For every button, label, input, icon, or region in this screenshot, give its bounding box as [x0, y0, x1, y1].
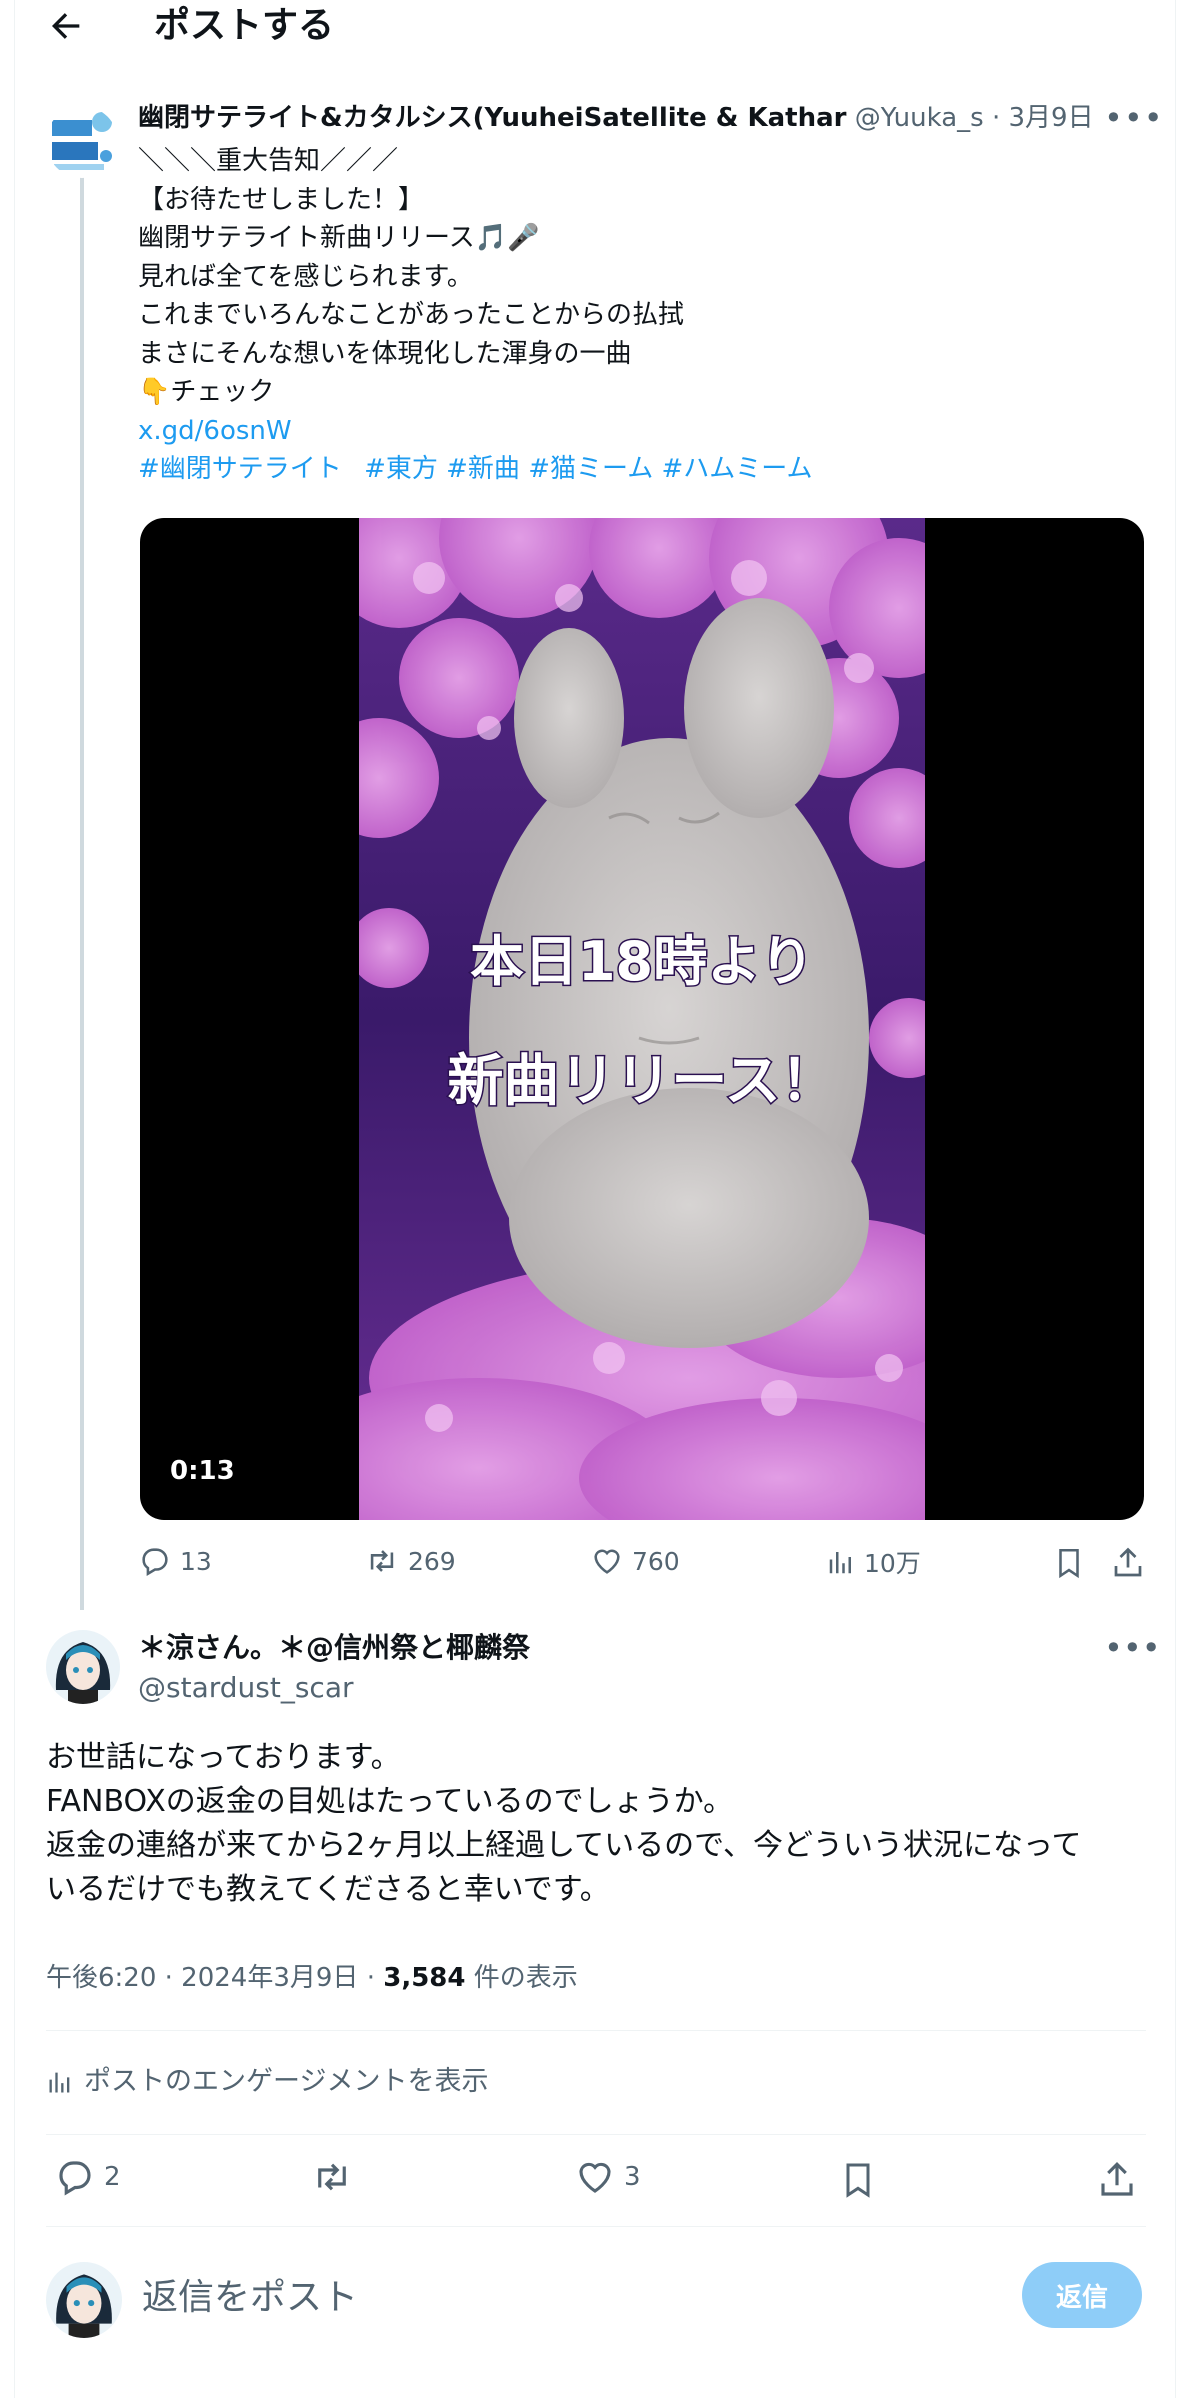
analytics-icon	[49, 2072, 70, 2093]
quoted-post-header: 幽閉サテライト&カタルシス(YuuheiSatellite & Kathar @…	[138, 98, 1148, 138]
author-name[interactable]: 幽閉サテライト&カタルシス(YuuheiSatellite & Kathar	[138, 103, 846, 133]
avatar	[46, 2262, 122, 2338]
reply-count: 13	[180, 1546, 212, 1576]
author-handle[interactable]: @Yuuka_s	[855, 103, 984, 133]
like-count: 760	[632, 1546, 680, 1576]
reply-action[interactable]: 13	[138, 1544, 212, 1578]
reply-count: 2	[104, 2162, 121, 2192]
more-icon[interactable]: •••	[1104, 98, 1164, 138]
bookmark-icon[interactable]	[1052, 1544, 1086, 1582]
engagement-label: ポストのエンゲージメントを表示	[84, 2066, 489, 2097]
hashtag-row: #幽閉サテライト #東方 #新曲 #猫ミーム #ハムミーム	[138, 450, 1138, 489]
divider	[46, 2134, 1146, 2135]
post-timestamp[interactable]: 午後6:20 · 2024年3月9日 ·	[46, 1963, 383, 1993]
views-action[interactable]: 10万	[826, 1544, 921, 1580]
text-line: 返金の連絡が来てから2ヶ月以上経過しているので、今どういう状況になって	[46, 1828, 1082, 1863]
reply-post-text: お世話になっております。 FANBOXの返金の目処はたっているのでしょうか。 返…	[46, 1736, 1156, 1912]
text-line: まさにそんな想いを体現化した渾身の一曲	[138, 338, 632, 369]
engagement-link[interactable]: ポストのエンゲージメントを表示	[46, 2062, 488, 2102]
post-link[interactable]: x.gd/6osnW	[138, 412, 1138, 451]
post-meta: 午後6:20 · 2024年3月9日 · 3,584 件の表示	[46, 1958, 578, 1998]
text-line: FANBOXの返金の目処はたっているのでしょうか。	[46, 1784, 734, 1819]
like-action[interactable]: 760	[590, 1544, 680, 1578]
video-caption: 本日18時より	[470, 930, 814, 993]
repost-icon	[370, 1550, 394, 1572]
video-frame: 本日18時より 新曲リリース！	[359, 518, 925, 1520]
text-line: ＼＼＼重大告知／／／	[138, 146, 399, 176]
author-name[interactable]: ＊涼さん。＊@信州祭と椰麟祭	[138, 1628, 530, 1668]
bookmark-icon[interactable]	[838, 2158, 878, 2202]
text-line: 【お待たせしました！】	[138, 184, 425, 215]
views-icon	[829, 1552, 851, 1574]
hashtag[interactable]: #猫ミーム	[528, 454, 653, 484]
video-player[interactable]: 本日18時より 新曲リリース！ 0:13	[140, 518, 1144, 1520]
share-icon[interactable]	[1110, 1544, 1146, 1582]
video-caption: 新曲リリース！	[447, 1049, 836, 1114]
avatar[interactable]	[46, 106, 118, 178]
hashtag[interactable]: #ハムミーム	[661, 454, 812, 484]
more-icon[interactable]: •••	[1104, 1628, 1161, 1668]
like-icon	[579, 2162, 611, 2193]
thread-connector-line	[80, 160, 84, 1610]
reply-button[interactable]: 返信	[1022, 2262, 1142, 2328]
text-line: いるだけでも教えてくださると幸いです。	[46, 1872, 610, 1907]
like-count: 3	[624, 2162, 641, 2192]
text-line: お世話になっております。	[46, 1740, 401, 1775]
reply-icon	[59, 2161, 91, 2196]
back-arrow-icon[interactable]	[46, 6, 86, 46]
repost-action[interactable]: 269	[364, 1544, 456, 1578]
quoted-post-text: ＼＼＼重大告知／／／ 【お待たせしました！】 幽閉サテライト新曲リリース🎵🎤 見…	[138, 142, 1138, 489]
repost-action[interactable]	[310, 2156, 354, 2198]
views-number: 3,584	[383, 1963, 466, 1993]
share-icon[interactable]	[1096, 2158, 1138, 2202]
post-date[interactable]: · 3月9日	[992, 103, 1094, 133]
hashtag[interactable]: #新曲	[446, 454, 520, 484]
like-action[interactable]: 3	[574, 2156, 641, 2198]
views-label: 件の表示	[465, 1963, 578, 1993]
view-count: 10万	[864, 1549, 921, 1578]
text-line: これまでいろんなことがあったことからの払拭	[138, 300, 685, 330]
avatar[interactable]	[46, 1630, 120, 1704]
text-line: 👇チェック	[138, 377, 275, 407]
text-line: 幽閉サテライト新曲リリース🎵🎤	[138, 223, 540, 253]
reply-post-actions: 2 3	[46, 2156, 1146, 2204]
divider	[46, 2030, 1146, 2031]
reply-input[interactable]: 返信をポスト	[142, 2272, 358, 2324]
text-line: 見れば全てを感じられます。	[138, 261, 473, 292]
hashtag[interactable]: #東方	[364, 454, 438, 484]
like-icon	[594, 1549, 620, 1574]
hashtag[interactable]: #幽閉サテライト	[138, 454, 342, 484]
video-duration: 0:13	[170, 1456, 235, 1486]
author-handle[interactable]: @stardust_scar	[138, 1668, 353, 1708]
repost-count: 269	[408, 1546, 456, 1576]
reply-icon	[142, 1548, 168, 1577]
quoted-post-actions: 13 269 760 10万	[138, 1544, 1148, 1588]
repost-icon	[318, 2163, 346, 2191]
reply-action[interactable]: 2	[54, 2156, 121, 2198]
divider	[46, 2226, 1146, 2227]
page-title: ポストする	[154, 5, 335, 46]
